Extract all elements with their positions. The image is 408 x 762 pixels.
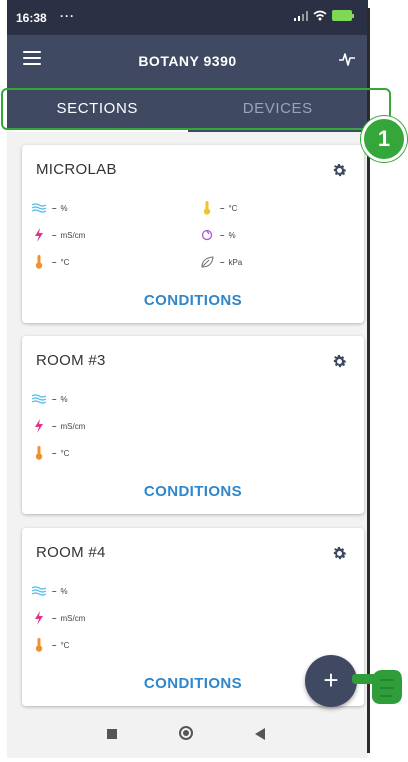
section-card-room-3: ROOM #3 – % – mS/cm – °C CONDITIONS xyxy=(22,336,364,514)
metric-unit: mS/cm xyxy=(60,421,86,431)
conductivity-bolt-icon xyxy=(32,419,46,433)
tab-sections[interactable]: SECTIONS xyxy=(7,88,188,132)
temperature-icon xyxy=(32,446,46,460)
app-bar: BOTANY 9390 xyxy=(7,35,368,88)
metric-humidity: – % xyxy=(32,201,68,215)
recents-square-icon[interactable] xyxy=(107,729,117,739)
metric-value: – xyxy=(52,613,57,623)
status-dots: ··· xyxy=(60,9,75,23)
tab-devices[interactable]: DEVICES xyxy=(188,88,369,132)
wifi-icon xyxy=(313,10,327,21)
status-icons xyxy=(294,10,354,21)
metric-unit: °C xyxy=(60,448,70,458)
metric-pressure: – kPa xyxy=(200,255,242,269)
metric-moisture: – % xyxy=(200,228,236,242)
metric-temperature: – °C xyxy=(32,638,69,652)
metric-conductivity: – mS/cm xyxy=(32,419,85,433)
metric-unit: °C xyxy=(228,203,238,213)
pulse-activity-icon[interactable] xyxy=(338,50,356,68)
gear-icon[interactable] xyxy=(331,545,348,562)
metric-value: – xyxy=(52,421,57,431)
humidity-waves-icon xyxy=(32,201,46,215)
section-card-microlab: MICROLAB – % – mS/cm – °C – °C – % – kPa… xyxy=(22,145,364,323)
metric-unit: °C xyxy=(60,257,70,267)
metric-unit: kPa xyxy=(228,257,243,267)
battery-icon xyxy=(332,10,354,21)
section-name: MICROLAB xyxy=(36,161,117,178)
signal-icon xyxy=(294,10,308,21)
conditions-link[interactable]: CONDITIONS xyxy=(22,483,364,500)
metric-unit: °C xyxy=(60,640,70,650)
metric-value: – xyxy=(52,230,57,240)
status-time: 16:38 xyxy=(16,11,47,25)
metric-unit: % xyxy=(60,586,68,596)
conductivity-bolt-icon xyxy=(32,228,46,242)
humidity-waves-icon xyxy=(32,392,46,406)
android-nav-bar xyxy=(7,712,368,758)
section-name: ROOM #3 xyxy=(36,352,106,369)
metric-unit: mS/cm xyxy=(60,613,86,623)
metric-temperature-2: – °C xyxy=(200,201,237,215)
gear-icon[interactable] xyxy=(331,162,348,179)
metric-value: – xyxy=(220,230,225,240)
moisture-drop-icon xyxy=(200,228,214,242)
phone-screen: 16:38 ··· BOTANY 9390 SECTIONS DEVICES M… xyxy=(7,0,368,758)
metric-conductivity: – mS/cm xyxy=(32,228,85,242)
app-title: BOTANY 9390 xyxy=(138,53,237,69)
gear-icon[interactable] xyxy=(331,353,348,370)
metric-unit: mS/cm xyxy=(60,230,86,240)
temperature-yellow-icon xyxy=(200,201,214,215)
status-bar: 16:38 ··· xyxy=(7,0,368,35)
metric-value: – xyxy=(52,448,57,458)
temperature-icon xyxy=(32,638,46,652)
pointing-hand-icon xyxy=(352,670,402,704)
metric-unit: % xyxy=(228,230,236,240)
metric-value: – xyxy=(220,203,225,213)
metric-unit: % xyxy=(60,203,68,213)
metric-value: – xyxy=(52,586,57,596)
metric-value: – xyxy=(52,203,57,213)
temperature-icon xyxy=(32,255,46,269)
metric-value: – xyxy=(220,257,225,267)
metric-value: – xyxy=(52,257,57,267)
section-name: ROOM #4 xyxy=(36,544,106,561)
conductivity-bolt-icon xyxy=(32,611,46,625)
leaf-pressure-icon xyxy=(200,255,214,269)
metric-humidity: – % xyxy=(32,392,68,406)
metric-unit: % xyxy=(60,394,68,404)
metric-conductivity: – mS/cm xyxy=(32,611,85,625)
metric-value: – xyxy=(52,394,57,404)
metric-value: – xyxy=(52,640,57,650)
back-triangle-icon[interactable] xyxy=(255,728,265,740)
annotation-step-badge: 1 xyxy=(361,116,407,162)
conditions-link[interactable]: CONDITIONS xyxy=(22,292,364,309)
tab-bar: SECTIONS DEVICES xyxy=(7,88,368,132)
metric-temperature: – °C xyxy=(32,255,69,269)
metric-humidity: – % xyxy=(32,584,68,598)
metric-temperature: – °C xyxy=(32,446,69,460)
humidity-waves-icon xyxy=(32,584,46,598)
home-circle-icon[interactable] xyxy=(179,726,193,740)
